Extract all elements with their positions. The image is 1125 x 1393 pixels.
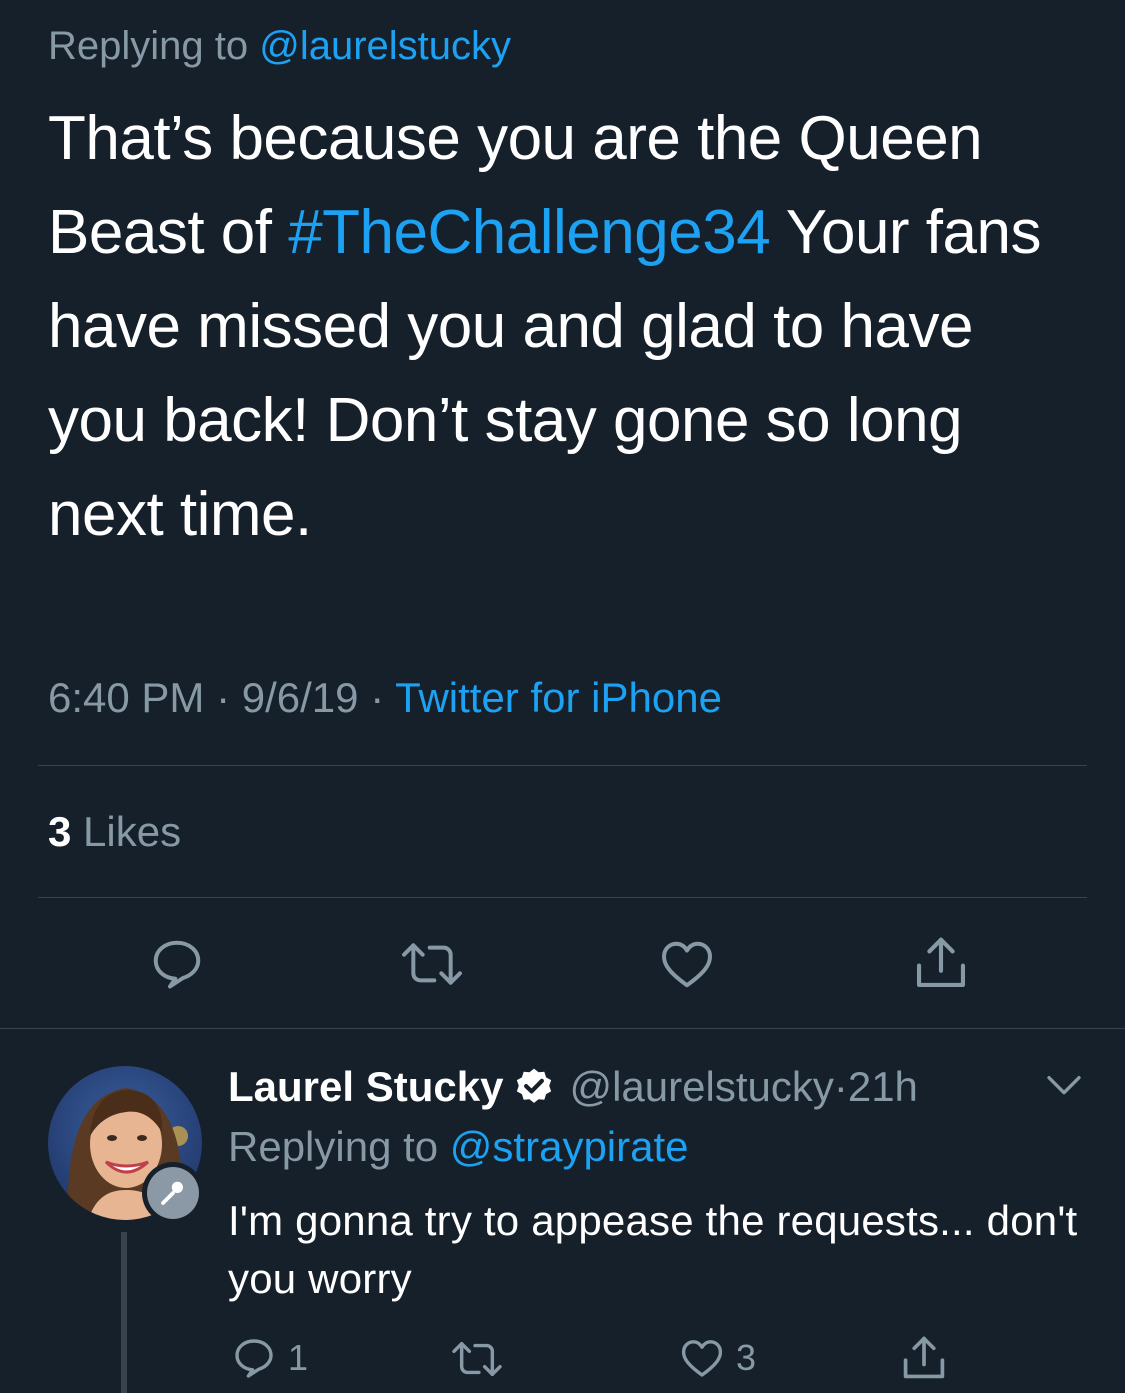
- likes-stat[interactable]: 3 Likes: [48, 806, 181, 858]
- reply-count: 1: [288, 1337, 309, 1378]
- replying-to-label: Replying to: [228, 1123, 450, 1170]
- tweet-meta: 6:40 PM · 9/6/19 · Twitter for iPhone: [48, 672, 722, 724]
- divider: [38, 897, 1087, 898]
- likes-label: Likes: [71, 808, 182, 855]
- like-button[interactable]: [656, 934, 718, 994]
- retweet-button[interactable]: [398, 936, 466, 992]
- tweet-source-link[interactable]: Twitter for iPhone: [395, 674, 722, 721]
- tweet-time: 6:40 PM: [48, 674, 205, 721]
- reply-reply-button[interactable]: 1: [228, 1334, 308, 1382]
- retweet-icon: [402, 943, 462, 985]
- reply-time-separator: ·: [833, 1063, 848, 1110]
- replying-to-handle-link[interactable]: @straypirate: [450, 1123, 689, 1170]
- heart-icon: [662, 941, 712, 988]
- reply-share-button[interactable]: [898, 1332, 950, 1384]
- heart-icon: [681, 1340, 723, 1377]
- reply-author-handle[interactable]: @laurelstucky: [569, 1063, 833, 1111]
- hashtag-link[interactable]: #TheChallenge34: [288, 198, 771, 267]
- share-icon: [916, 937, 966, 988]
- microphone-icon: [161, 1181, 183, 1205]
- likes-count: 3: [48, 808, 72, 855]
- more-options-button[interactable]: [1044, 1072, 1084, 1105]
- divider: [0, 1028, 1125, 1029]
- tweet-date: 9/6/19: [241, 674, 359, 721]
- divider: [38, 765, 1087, 766]
- reply-timestamp[interactable]: 21h: [848, 1063, 918, 1111]
- reply-button[interactable]: [146, 934, 208, 994]
- reply-tweet-body: I'm gonna try to appease the requests...…: [228, 1197, 1078, 1302]
- comment-bubble-icon: [153, 940, 201, 989]
- reply-author-name[interactable]: Laurel Stucky: [228, 1063, 503, 1111]
- mic-badge-inner: [147, 1167, 199, 1219]
- retweet-icon: [452, 1341, 502, 1377]
- tweet-body: That’s because you are the Queen Beast o…: [48, 92, 1088, 562]
- reply-like-button[interactable]: 3: [676, 1334, 756, 1382]
- like-count: 3: [736, 1337, 757, 1378]
- thread-connector: [121, 1232, 127, 1393]
- meta-separator: ·: [204, 674, 242, 721]
- meta-separator: ·: [358, 674, 396, 721]
- chevron-down-icon: [1047, 1076, 1081, 1095]
- replying-to-line: Replying to @laurelstucky: [48, 20, 511, 72]
- reply-replying-to-line: Replying to @straypirate: [228, 1120, 689, 1174]
- reply-retweet-button[interactable]: [448, 1336, 506, 1382]
- voice-badge: [142, 1162, 204, 1224]
- share-icon: [903, 1336, 945, 1379]
- replying-to-label: Replying to: [48, 24, 260, 68]
- replying-to-handle-link[interactable]: @laurelstucky: [259, 24, 511, 68]
- reply-header: Laurel Stucky @laurelstucky · 21h: [228, 1060, 918, 1114]
- comment-bubble-icon: [235, 1339, 273, 1378]
- verified-badge-icon: [517, 1068, 552, 1103]
- share-button[interactable]: [910, 932, 972, 994]
